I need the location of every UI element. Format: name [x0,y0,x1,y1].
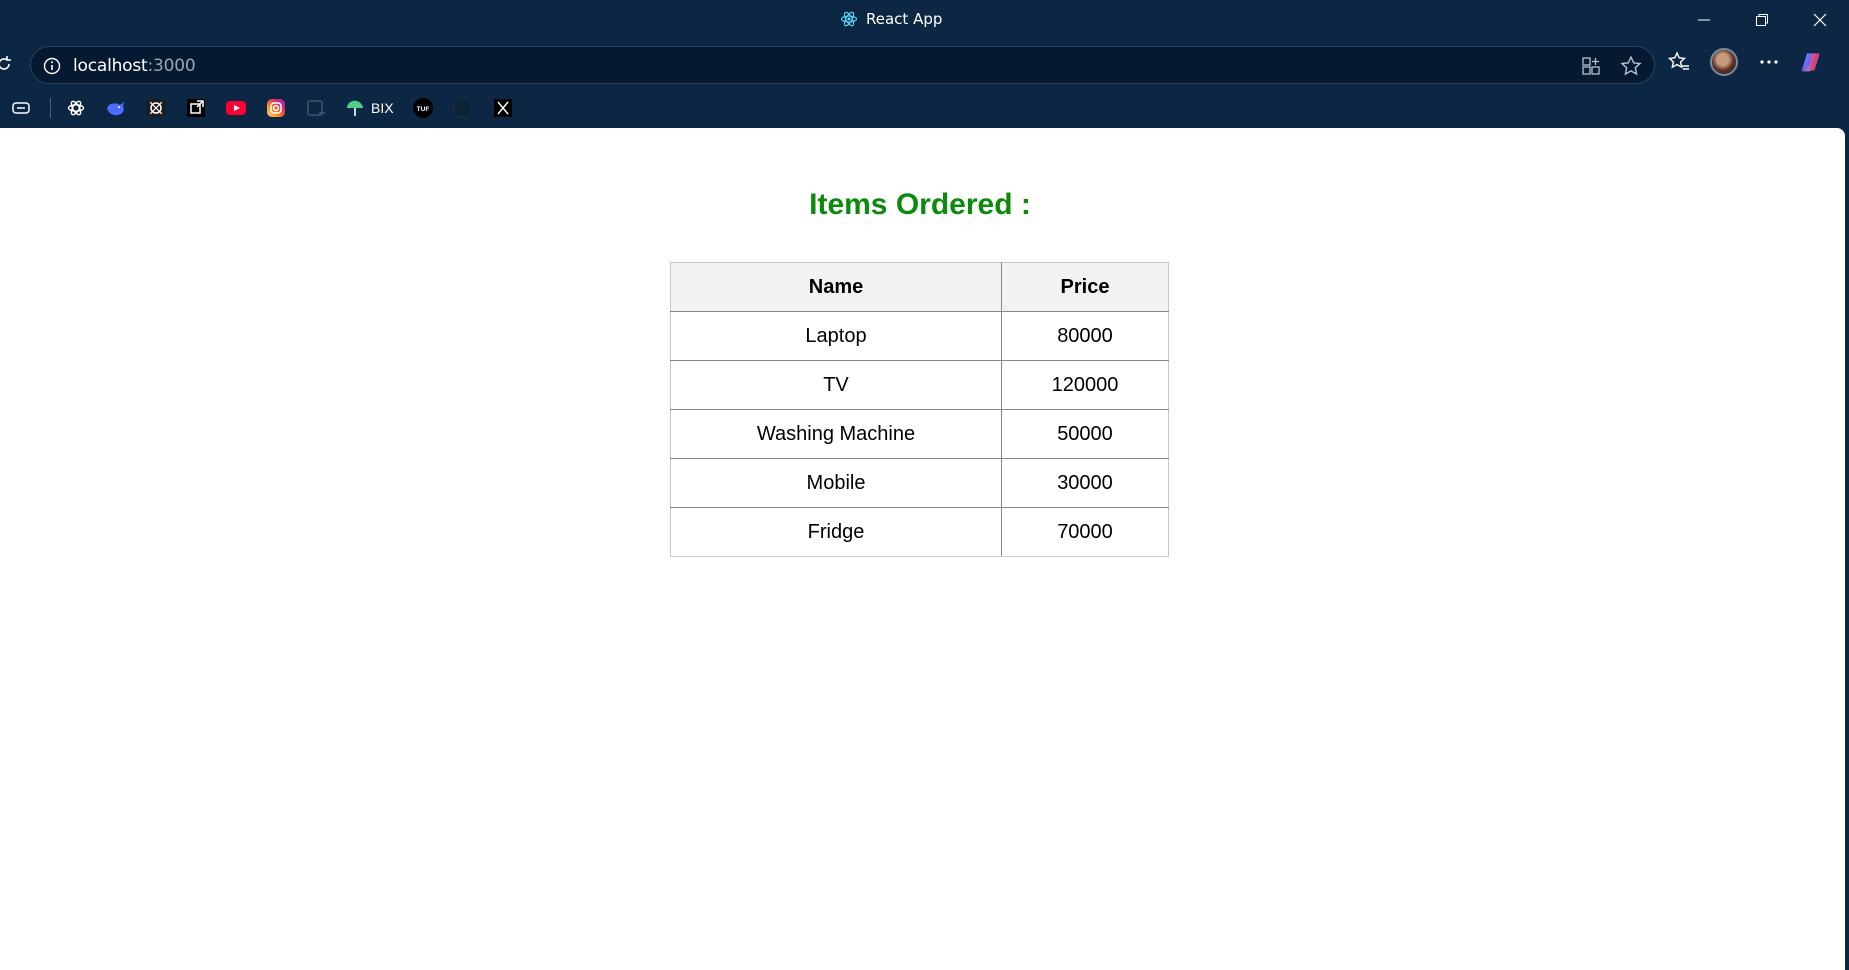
tuf-icon-text: TUF [416,106,429,113]
bookmark-x[interactable] [492,97,514,119]
bookmark-folder-icon [12,102,30,114]
bookmark-instagram[interactable] [265,97,287,119]
close-icon [1813,13,1827,27]
item-price-cell: 120000 [1001,360,1169,410]
bookmark-bix-label: BIX [371,100,394,116]
table-header-row: Name Price [670,262,1169,312]
apps-icon [1582,57,1600,75]
restore-icon [1756,14,1768,26]
table-row: Laptop 80000 [670,311,1169,361]
tuf-icon: TUF [412,98,433,118]
terminal-icon [307,100,325,116]
bookmarks-divider [50,98,51,118]
item-name-cell: Washing Machine [670,409,1002,459]
bookmark-tuf[interactable]: TUF [412,97,434,119]
window-title-text: React App [866,10,943,28]
favorites-button[interactable] [1668,51,1690,73]
more-menu-button[interactable] [1758,51,1780,73]
close-button[interactable] [1791,0,1849,40]
item-name-cell: TV [670,360,1002,410]
instagram-icon [267,99,285,117]
copilot-icon [1802,53,1820,72]
minimize-icon [1698,19,1710,21]
column-header-price: Price [1001,262,1169,312]
table-row: TV 120000 [670,360,1169,410]
table-row: Mobile 30000 [670,458,1169,508]
x-logo-icon [493,99,512,117]
star-icon [1620,55,1642,76]
table-row: Fridge 70000 [670,507,1169,557]
bookmark-3[interactable] [145,97,167,119]
copilot-button[interactable] [1800,51,1822,73]
url-text[interactable]: localhost:3000 [73,56,196,76]
address-bar[interactable]: localhost:3000 [30,46,1655,84]
more-icon [1760,60,1778,64]
bookmarks-menu-button[interactable] [10,97,32,119]
app-available-button[interactable] [1580,55,1602,77]
minimize-button[interactable] [1675,0,1733,40]
leaf-icon [347,100,363,116]
bookmark-github[interactable] [452,97,474,119]
url-port: :3000 [147,56,196,76]
item-price-cell: 70000 [1001,507,1169,557]
page-viewport: Items Ordered : Name Price Laptop 80000 … [0,128,1845,970]
info-icon[interactable] [43,57,61,75]
bookmark-youtube[interactable] [225,97,247,119]
favorite-star-button[interactable] [1620,55,1642,77]
title-bar: React App [0,0,1849,42]
deepseek-whale-icon [107,102,124,116]
bookmark-7[interactable] [305,97,327,119]
profile-avatar[interactable] [1710,48,1738,76]
item-name-cell: Mobile [670,458,1002,508]
bookmark-chatgpt[interactable] [65,97,87,119]
site-logo-icon [147,99,165,117]
favorites-icon [1668,51,1689,70]
bookmark-deepseek[interactable] [105,97,127,119]
item-price-cell: 80000 [1001,311,1169,361]
bookmark-bix[interactable]: BIX [345,97,394,119]
github-icon [453,98,473,118]
table-row: Washing Machine 50000 [670,409,1169,459]
item-name-cell: Laptop [670,311,1002,361]
page-heading: Items Ordered : [809,188,1031,221]
youtube-icon [226,101,246,115]
chatgpt-icon [67,100,85,116]
url-host: localhost [73,56,148,76]
restore-button[interactable] [1733,0,1791,40]
items-table: Name Price Laptop 80000 TV 120000 Washin… [670,262,1169,557]
item-price-cell: 50000 [1001,409,1169,459]
column-header-name: Name [670,262,1002,312]
item-name-cell: Fridge [670,507,1002,557]
react-icon [840,11,858,27]
reload-icon[interactable] [0,54,14,74]
window-title: React App [840,10,942,28]
item-price-cell: 30000 [1001,458,1169,508]
external-link-icon [187,99,205,117]
bookmarks-bar: BIX TUF [0,88,1849,128]
address-row: localhost:3000 [0,42,1849,88]
bookmark-4[interactable] [185,97,207,119]
